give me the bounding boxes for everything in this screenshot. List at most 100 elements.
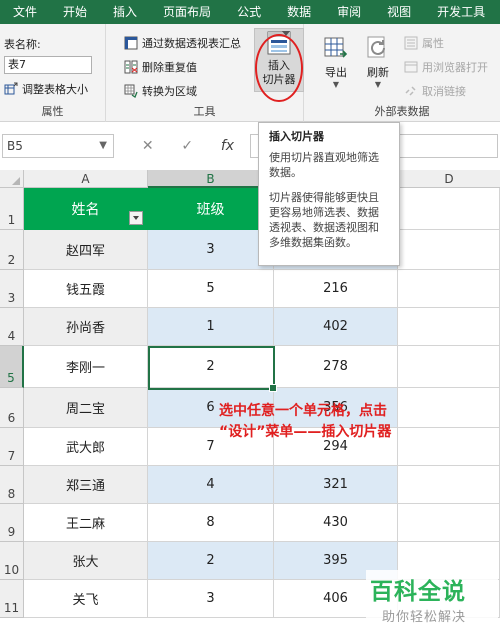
refresh-button[interactable]: 刷新 ▼ (360, 34, 396, 89)
name-box[interactable]: B5 ▼ (2, 134, 114, 158)
formula-controls: ✕ ✓ fx (128, 134, 248, 158)
menu-tab-3[interactable]: 页面布局 (150, 0, 224, 24)
table-cell-name[interactable]: 赵四军 (24, 230, 148, 270)
properties-button[interactable]: 属性 (404, 34, 444, 52)
watermark-sub: 助你轻松解决 (382, 610, 467, 625)
row-header-5[interactable]: 5 (0, 345, 24, 388)
row-header-11[interactable]: 11 (0, 579, 24, 618)
menu-tab-1[interactable]: 开始 (50, 0, 100, 24)
refresh-label: 刷新 (367, 66, 389, 79)
table-cell-class[interactable]: 3 (148, 579, 274, 618)
table-cell-name[interactable]: 孙尚香 (24, 307, 148, 346)
table-name-input[interactable]: 表7 (4, 56, 92, 74)
table-cell-class[interactable]: 4 (148, 465, 274, 504)
table-cell-class[interactable]: 1 (148, 307, 274, 346)
table-cell-name[interactable]: 关飞 (24, 579, 148, 618)
select-all-corner[interactable] (0, 170, 24, 188)
table-cell-name[interactable]: 王二麻 (24, 503, 148, 542)
cell-d-2[interactable] (398, 230, 500, 270)
row-header-7[interactable]: 7 (0, 427, 24, 466)
unlink-label: 取消链接 (422, 85, 466, 98)
table-cell-score[interactable]: 402 (274, 307, 398, 346)
open-in-browser-label: 用浏览器打开 (422, 61, 488, 74)
cell-d-4[interactable] (398, 307, 500, 346)
table-cell-name[interactable]: 张大 (24, 541, 148, 580)
column-header-a[interactable]: A (24, 170, 148, 188)
annotation-line-1: 选中任意一个单元格，点击 (219, 403, 387, 419)
external-data-group-label: 外部表数据 (374, 105, 430, 118)
table-cell-name[interactable]: 周二宝 (24, 387, 148, 428)
formula-bar: B5 ▼ ✕ ✓ fx (0, 122, 500, 170)
resize-table-label: 调整表格大小 (22, 83, 88, 96)
cell-d-8[interactable] (398, 465, 500, 504)
row-header-8[interactable]: 8 (0, 465, 24, 504)
cancel-icon[interactable]: ✕ (142, 138, 154, 154)
cell-d-3[interactable] (398, 269, 500, 308)
cell-d-9[interactable] (398, 503, 500, 542)
tooltip-line-1: 使用切片器直观地筛选数据。 (269, 151, 379, 179)
table-cell-score[interactable]: 430 (274, 503, 398, 542)
resize-table-icon (4, 82, 18, 96)
export-button[interactable]: 导出 ▼ (318, 34, 354, 89)
row-header-2[interactable]: 2 (0, 230, 24, 270)
table-name-label: 表名称: (4, 38, 41, 51)
menu-tab-4[interactable]: 公式 (224, 0, 274, 24)
menu-tab-8[interactable]: 开发工具 (424, 0, 498, 24)
table-cell-name[interactable]: 李刚一 (24, 345, 148, 388)
row-header-4[interactable]: 4 (0, 307, 24, 346)
pivot-table-icon (124, 36, 138, 50)
highlight-ring (255, 34, 303, 102)
name-box-dropdown-icon[interactable]: ▼ (99, 135, 107, 157)
pivot-summary-button[interactable]: 通过数据透视表汇总 (124, 34, 241, 52)
watermark-main: 百科全说 (370, 579, 466, 605)
filter-dropdown-icon[interactable] (129, 211, 143, 225)
menu-tab-2[interactable]: 插入 (100, 0, 150, 24)
menu-tab-6[interactable]: 审阅 (324, 0, 374, 24)
cell-d-1[interactable] (398, 188, 500, 230)
table-cell-name[interactable]: 郑三通 (24, 465, 148, 504)
insert-function-icon[interactable]: fx (221, 138, 234, 154)
remove-duplicates-button[interactable]: 删除重复值 (124, 58, 197, 76)
convert-to-range-button[interactable]: 转换为区域 (124, 82, 197, 100)
slicer-tooltip: 插入切片器 使用切片器直观地筛选数据。 切片器使得能够更快且更容易地筛选表、数据… (258, 122, 400, 266)
column-header-b[interactable]: B (148, 170, 274, 188)
open-in-browser-button[interactable]: 用浏览器打开 (404, 58, 488, 76)
convert-to-range-label: 转换为区域 (142, 85, 197, 98)
table-cell-class[interactable]: 3 (148, 230, 274, 270)
row-header-1[interactable]: 1 (0, 188, 24, 230)
table-cell-class[interactable]: 2 (148, 541, 274, 580)
table-cell-class[interactable]: 8 (148, 503, 274, 542)
cell-d-5[interactable] (398, 345, 500, 388)
pivot-summary-label: 通过数据透视表汇总 (142, 37, 241, 50)
row-header-10[interactable]: 10 (0, 541, 24, 580)
row-header-9[interactable]: 9 (0, 503, 24, 542)
table-cell-name[interactable]: 钱五霞 (24, 269, 148, 308)
header-cell-name[interactable]: 姓名 (24, 188, 148, 230)
column-header-d[interactable]: D (398, 170, 500, 188)
resize-table-button[interactable]: 调整表格大小 (4, 80, 88, 98)
table-cell-class[interactable]: 5 (148, 269, 274, 308)
menu-tab-0[interactable]: 文件 (0, 0, 50, 24)
row-header-6[interactable]: 6 (0, 387, 24, 428)
menu-tab-5[interactable]: 数据 (274, 0, 324, 24)
cell-d-6[interactable] (398, 387, 500, 428)
row-header-3[interactable]: 3 (0, 269, 24, 308)
table-cell-name[interactable]: 武大郎 (24, 427, 148, 466)
tooltip-title: 插入切片器 (269, 130, 324, 143)
table-cell-score[interactable]: 278 (274, 345, 398, 388)
enter-icon[interactable]: ✓ (181, 138, 193, 154)
name-box-value: B5 (7, 139, 23, 153)
active-cell-outline (148, 346, 277, 392)
cell-d-7[interactable] (398, 427, 500, 466)
unlink-button[interactable]: 取消链接 (404, 82, 466, 100)
properties-label: 属性 (422, 37, 444, 50)
menu-tab-7[interactable]: 视图 (374, 0, 424, 24)
unlink-icon (404, 84, 418, 98)
convert-range-icon (124, 84, 138, 98)
export-dropdown-icon: ▼ (332, 80, 340, 89)
table-cell-score[interactable]: 321 (274, 465, 398, 504)
table-cell-score[interactable]: 216 (274, 269, 398, 308)
properties-group-label: 属性 (41, 105, 64, 118)
header-cell-class[interactable]: 班级 (148, 188, 274, 230)
ribbon: 表名称: 表7 调整表格大小 属性 通过数据透视表汇总 删除重复值 转换为区域 … (0, 24, 500, 122)
